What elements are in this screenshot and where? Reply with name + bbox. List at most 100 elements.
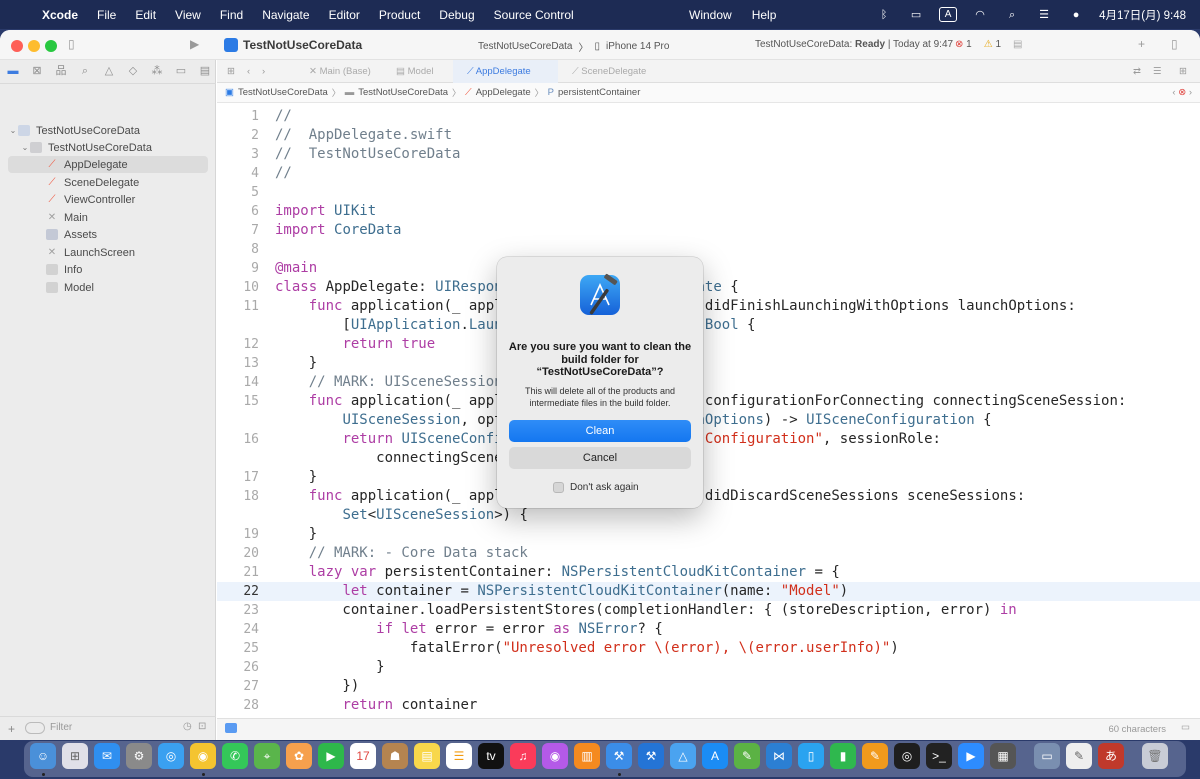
battery-icon[interactable]: ▭ xyxy=(907,8,925,22)
trash-icon[interactable]: 🗑 xyxy=(1142,743,1168,769)
code-line[interactable]: 1 // xyxy=(217,107,1200,126)
code-line[interactable]: 10class AppDelegate: UIResponder, UIAppl… xyxy=(217,278,1200,297)
numbers-icon[interactable]: ▮ xyxy=(830,743,856,769)
xcode-dock-icon[interactable]: ⚒ xyxy=(606,743,632,769)
code-line[interactable]: 17 } xyxy=(217,468,1200,487)
cancel-button[interactable]: Cancel xyxy=(509,447,691,469)
breadcrumb-symbol[interactable]: persistentContainer xyxy=(558,87,640,98)
menu-file[interactable]: File xyxy=(97,8,116,22)
breadcrumb-project[interactable]: TestNotUseCoreData xyxy=(238,87,328,98)
code-line[interactable]: 19 } xyxy=(217,525,1200,544)
back-chevron-icon[interactable]: ‹ xyxy=(247,60,250,83)
instruments-icon[interactable]: ⚒ xyxy=(638,743,664,769)
add-editor-icon[interactable]: ⊞ xyxy=(1179,60,1187,83)
code-line[interactable]: 15 func application(_ application: UIApp… xyxy=(217,392,1200,411)
siri-icon[interactable]: ● xyxy=(1067,8,1085,22)
folder-icon[interactable]: ▬ xyxy=(6,65,20,78)
tree-file-scenedelegate[interactable]: ⟋ SceneDelegate xyxy=(8,174,208,191)
issue-indicators[interactable]: ⊗ 1 ⚠ 1 ▤ xyxy=(955,39,1023,50)
scm-filter-icon[interactable]: ⊡ xyxy=(198,721,206,732)
code-line[interactable]: Set<UISceneSession>) { xyxy=(217,506,1200,525)
dictionary-icon[interactable]: あ xyxy=(1098,743,1124,769)
code-line[interactable]: 25 fatalError("Unresolved error \(error)… xyxy=(217,639,1200,658)
wifi-icon[interactable]: ◠ xyxy=(971,8,989,22)
run-play-icon[interactable]: ▶ xyxy=(190,37,199,51)
code-line[interactable]: 13 } xyxy=(217,354,1200,373)
menu-editor[interactable]: Editor xyxy=(329,8,360,22)
podcasts-icon[interactable]: ◉ xyxy=(542,743,568,769)
tree-group[interactable]: ⌄ TestNotUseCoreData xyxy=(8,139,208,156)
code-line[interactable]: 9 @main xyxy=(217,259,1200,278)
code-line[interactable]: 4 // xyxy=(217,164,1200,183)
contacts-icon[interactable]: ☗ xyxy=(382,743,408,769)
code-line[interactable]: 14 // MARK: UISceneSession Lifecycle xyxy=(217,373,1200,392)
editor-options-icon[interactable]: ☰ xyxy=(1153,60,1162,83)
photos-icon[interactable]: ✿ xyxy=(286,743,312,769)
code-line[interactable]: 3 // TestNotUseCoreData xyxy=(217,145,1200,164)
code-line[interactable]: connectingSceneSession.role) xyxy=(217,449,1200,468)
system-settings-icon[interactable]: ⚙ xyxy=(126,743,152,769)
zoom-window-button[interactable] xyxy=(45,40,57,52)
books-icon[interactable]: ▥ xyxy=(574,743,600,769)
safari-icon[interactable]: ◎ xyxy=(158,743,184,769)
debug-area-toggle-icon[interactable] xyxy=(225,723,237,733)
breadcrumb-file[interactable]: AppDelegate xyxy=(476,87,531,98)
clean-button[interactable]: Clean xyxy=(509,420,691,442)
code-line[interactable]: 23 container.loadPersistentStores(comple… xyxy=(217,601,1200,620)
source-control-icon[interactable]: ⊠ xyxy=(30,65,44,78)
tab-appdelegate[interactable]: ⟋ AppDelegate xyxy=(453,60,558,83)
code-line[interactable]: 20 // MARK: - Core Data stack xyxy=(217,544,1200,563)
bluetooth-icon[interactable]: ᛒ xyxy=(875,8,893,22)
add-icon[interactable]: + xyxy=(1138,37,1145,51)
tree-file-assets[interactable]: Assets xyxy=(8,226,208,243)
vscode-icon[interactable]: ⋈ xyxy=(766,743,792,769)
issue-nav-icon[interactable]: ‹ ⊗ › xyxy=(1172,87,1192,98)
code-line[interactable]: 22 let container = NSPersistentCloudKitC… xyxy=(217,582,1200,601)
chrome-icon[interactable]: ◉ xyxy=(190,743,216,769)
code-line[interactable]: 26 } xyxy=(217,658,1200,677)
input-method-indicator[interactable]: A xyxy=(939,7,958,22)
music-icon[interactable]: ♫ xyxy=(510,743,536,769)
notes-icon[interactable]: ▤ xyxy=(414,743,440,769)
debug-panel-icon[interactable]: ▭ xyxy=(1181,722,1190,733)
forward-chevron-icon[interactable]: › xyxy=(262,60,265,83)
test-navigator-icon[interactable]: ◇ xyxy=(126,65,140,78)
code-line[interactable]: 27 }) xyxy=(217,677,1200,696)
inspector-toggle-icon[interactable]: ▯ xyxy=(1171,37,1178,51)
recent-files-icon[interactable]: ◷ xyxy=(183,721,192,732)
simulator-icon[interactable]: △ xyxy=(670,743,696,769)
close-window-button[interactable] xyxy=(11,40,23,52)
tree-file-info[interactable]: Info xyxy=(8,261,208,278)
tv-icon[interactable]: tv xyxy=(478,743,504,769)
calculator-icon[interactable]: ▦ xyxy=(990,743,1016,769)
tab-scenedelegate[interactable]: ⟋ SceneDelegate xyxy=(572,60,682,83)
menu-window[interactable]: Window xyxy=(689,8,732,22)
code-line[interactable]: 6 import UIKit xyxy=(217,202,1200,221)
tree-project-root[interactable]: ⌄ TestNotUseCoreData xyxy=(8,122,208,139)
calendar-icon[interactable]: 17 xyxy=(350,743,376,769)
keynote-icon[interactable]: ▯ xyxy=(798,743,824,769)
code-line[interactable]: 5 xyxy=(217,183,1200,202)
control-center-icon[interactable]: ☰ xyxy=(1035,8,1053,22)
tree-file-viewcontroller[interactable]: ⟋ ViewController xyxy=(8,191,208,208)
code-line[interactable]: 2 // AppDelegate.swift xyxy=(217,126,1200,145)
code-line[interactable]: 8 xyxy=(217,240,1200,259)
reminders-icon[interactable]: ☰ xyxy=(446,743,472,769)
debug-navigator-icon[interactable]: ⁂ xyxy=(150,65,164,78)
code-line[interactable]: 12 return true xyxy=(217,335,1200,354)
menu-app-xcode[interactable]: Xcode xyxy=(42,8,78,22)
code-line[interactable]: 18 func application(_ application: UIApp… xyxy=(217,487,1200,506)
sidebar-toggle-icon[interactable]: ▯ xyxy=(68,37,75,51)
code-line[interactable]: [UIApplication.LaunchOptionsKey: Any]?) … xyxy=(217,316,1200,335)
menu-help[interactable]: Help xyxy=(752,8,777,22)
code-line[interactable]: 7 import CoreData xyxy=(217,221,1200,240)
menu-debug[interactable]: Debug xyxy=(439,8,474,22)
pages-icon[interactable]: ✎ xyxy=(862,743,888,769)
breakpoint-navigator-icon[interactable]: ▭ xyxy=(174,65,188,78)
menu-view[interactable]: View xyxy=(175,8,201,22)
source-editor[interactable]: 1 // 2 // AppDelegate.swift 3 // TestNotUseCo… xyxy=(217,103,1200,718)
zoom-icon[interactable]: ▶ xyxy=(958,743,984,769)
code-line[interactable]: 11 func application(_ application: UIApp… xyxy=(217,297,1200,316)
code-line[interactable]: 16 return UISceneConfiguration(name: "De… xyxy=(217,430,1200,449)
disclosure-open-icon[interactable]: ⌄ xyxy=(8,126,18,135)
